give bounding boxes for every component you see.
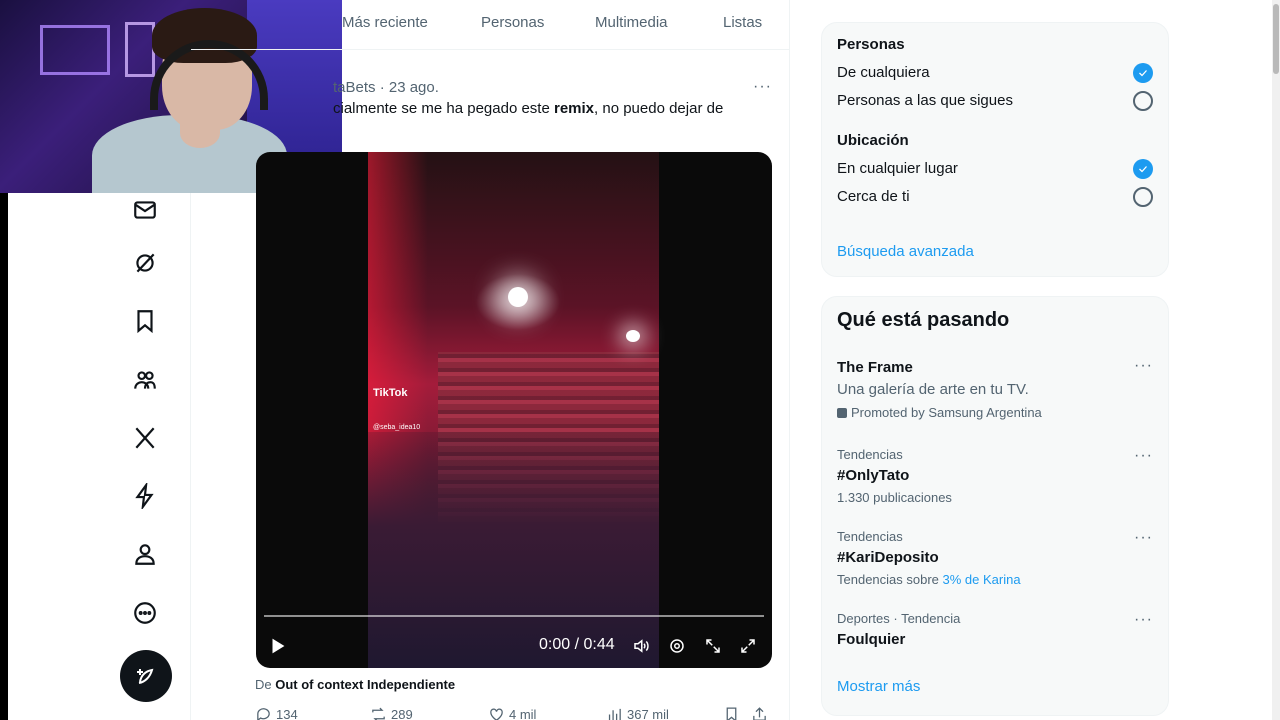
premium-x-icon[interactable]	[128, 421, 162, 455]
like-button[interactable]: 4 mil	[488, 706, 536, 720]
views-button[interactable]: 367 mil	[606, 706, 669, 720]
check-icon	[1139, 70, 1147, 77]
tiktok-handle: @seba_idea10	[373, 424, 421, 431]
compose-post-button[interactable]	[120, 650, 172, 702]
trend-name[interactable]: Foulquier	[837, 631, 905, 648]
repost-icon	[372, 707, 385, 720]
profile-icon[interactable]	[128, 537, 162, 571]
trend-promoted: Promoted by Samsung Argentina	[837, 405, 1042, 420]
tiktok-watermark: TikTok	[373, 387, 408, 399]
video-frame: TikTok @seba_idea10	[368, 152, 659, 668]
feather-plus-icon	[137, 668, 154, 684]
people-filter-heading: Personas	[837, 36, 905, 53]
trend-more-button[interactable]: ···	[1134, 357, 1153, 375]
tweet-header: taBets · 23 ago.	[333, 79, 439, 96]
play-button[interactable]	[268, 636, 286, 656]
tweet-more-button[interactable]: ···	[753, 78, 772, 96]
tweet-actions: 134 289 4 mil 367 mil	[255, 706, 775, 720]
location-filter-heading: Ubicación	[837, 132, 909, 149]
trend-name[interactable]: The Frame	[837, 359, 913, 376]
source-account-link[interactable]: Out of context Independiente	[275, 677, 455, 692]
tab-media[interactable]: Multimedia	[595, 14, 668, 31]
trend-context: Tendencias	[837, 529, 903, 544]
bookmark-button[interactable]	[723, 706, 740, 720]
tab-latest[interactable]: Más reciente	[342, 14, 428, 31]
more-options-icon[interactable]	[128, 596, 162, 630]
search-filters-panel: Personas De cualquiera Personas a las qu…	[821, 22, 1169, 277]
reply-button[interactable]: 134	[255, 706, 298, 720]
trend-context: Deportes · Tendencia	[837, 611, 961, 626]
grok-icon[interactable]	[128, 246, 162, 280]
communities-icon[interactable]	[128, 363, 162, 397]
left-navigation	[8, 193, 191, 720]
tab-lists[interactable]: Listas	[723, 14, 762, 31]
messages-icon[interactable]	[128, 193, 162, 227]
gear-icon	[670, 639, 684, 653]
trends-title: Qué está pasando	[837, 309, 1010, 331]
trend-subtitle: Una galería de arte en tu TV.	[837, 381, 1029, 398]
trend-more-button[interactable]: ···	[1134, 611, 1153, 629]
tab-people[interactable]: Personas	[481, 14, 544, 31]
trend-name[interactable]: #KariDeposito	[837, 549, 939, 566]
pip-icon	[706, 639, 720, 653]
trend-more-button[interactable]: ···	[1134, 447, 1153, 465]
trend-related-link[interactable]: 3% de Karina	[943, 572, 1021, 587]
people-anyone-radio[interactable]	[1133, 63, 1153, 83]
heart-icon	[490, 708, 503, 720]
reply-icon	[257, 708, 270, 720]
bookmarks-icon[interactable]	[128, 304, 162, 338]
people-following-radio[interactable]	[1133, 91, 1153, 111]
share-button[interactable]	[751, 706, 768, 720]
location-option-anywhere[interactable]: En cualquier lugar	[837, 160, 958, 177]
share-icon	[753, 707, 766, 720]
tweet-date[interactable]: · 23 ago.	[380, 79, 439, 96]
search-tabs: Más reciente Personas Multimedia Listas	[191, 0, 790, 50]
volume-icon	[634, 639, 649, 653]
video-source: De Out of context Independiente	[255, 677, 456, 692]
location-anywhere-radio[interactable]	[1133, 159, 1153, 179]
main-column: Más reciente Personas Multimedia Listas …	[191, 0, 790, 720]
scrollbar-thumb[interactable]	[1273, 4, 1279, 74]
tweet-text: cialmente se me ha pegado este remix, no…	[333, 100, 724, 117]
location-near-radio[interactable]	[1133, 187, 1153, 207]
trend-count: 1.330 publicaciones	[837, 490, 952, 505]
trend-more-button[interactable]: ···	[1134, 529, 1153, 547]
location-option-near-you[interactable]: Cerca de ti	[837, 188, 910, 205]
video-player[interactable]: TikTok @seba_idea10 0:00 / 0:44	[256, 152, 772, 668]
show-more-link[interactable]: Mostrar más	[837, 678, 920, 695]
advanced-search-link[interactable]: Búsqueda avanzada	[837, 243, 974, 260]
trend-context: Tendencias	[837, 447, 903, 462]
verified-orgs-icon[interactable]	[128, 479, 162, 513]
bookmark-icon	[726, 707, 737, 720]
video-time: 0:00 / 0:44	[539, 636, 615, 653]
settings-button[interactable]	[668, 636, 686, 656]
people-option-following[interactable]: Personas a las que sigues	[837, 92, 1013, 109]
video-progress-bar[interactable]	[264, 615, 764, 617]
check-icon	[1139, 166, 1147, 173]
promoted-icon	[837, 408, 847, 418]
page-scrollbar[interactable]	[1272, 0, 1280, 720]
pip-button[interactable]	[704, 636, 722, 656]
views-chart-icon	[608, 708, 621, 720]
play-icon	[272, 638, 285, 654]
trend-subtitle: Tendencias sobre 3% de Karina	[837, 572, 1021, 587]
trends-panel: Qué está pasando The Frame Una galería d…	[821, 296, 1169, 716]
people-option-anyone[interactable]: De cualquiera	[837, 64, 930, 81]
repost-button[interactable]: 289	[370, 706, 413, 720]
fullscreen-button[interactable]	[739, 636, 757, 656]
fullscreen-icon	[741, 639, 755, 653]
volume-button[interactable]	[632, 636, 650, 656]
trend-name[interactable]: #OnlyTato	[837, 467, 909, 484]
tweet-author[interactable]: taBets	[333, 79, 376, 96]
